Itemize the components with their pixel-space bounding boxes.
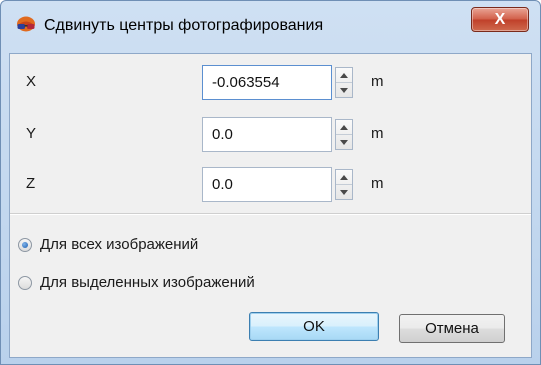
field-label-y: Y: [26, 125, 37, 142]
radio-label-selected: Для выделенных изображений: [40, 274, 255, 291]
z-spinner[interactable]: [335, 169, 353, 200]
triangle-down-icon[interactable]: [336, 185, 352, 199]
close-icon: X: [494, 10, 506, 28]
z-value-input[interactable]: 0.0: [202, 167, 332, 202]
field-unit-y: m: [371, 125, 384, 142]
divider: [10, 213, 531, 215]
radio-button[interactable]: [18, 238, 32, 252]
radio-button[interactable]: [18, 276, 32, 290]
y-value-input[interactable]: 0.0: [202, 117, 332, 152]
field-label-x: X: [26, 73, 37, 90]
window-title: Сдвинуть центры фотографирования: [44, 17, 324, 34]
field-unit-x: m: [371, 73, 384, 90]
title-bar[interactable]: Сдвинуть центры фотографирования X: [1, 1, 540, 53]
field-label-z: Z: [26, 175, 36, 192]
radio-label-all: Для всех изображений: [40, 236, 199, 253]
3d-glasses-icon: [17, 16, 35, 32]
triangle-up-icon[interactable]: [336, 120, 352, 135]
field-unit-z: m: [371, 175, 384, 192]
x-spinner[interactable]: [335, 67, 353, 98]
dialog-window: Сдвинуть центры фотографирования X X -0.…: [0, 0, 541, 365]
field-row-y: Y 0.0 m: [10, 116, 531, 156]
cancel-button[interactable]: Отмена: [399, 314, 505, 343]
dialog-client-area: X -0.063554 m Y 0.0 m Z 0.0 m Для всех и…: [9, 53, 532, 358]
y-spinner[interactable]: [335, 119, 353, 150]
ok-button[interactable]: OK: [249, 312, 379, 341]
x-value-input[interactable]: -0.063554: [202, 65, 332, 100]
triangle-up-icon[interactable]: [336, 170, 352, 185]
triangle-up-icon[interactable]: [336, 68, 352, 83]
triangle-down-icon[interactable]: [336, 135, 352, 149]
triangle-down-icon[interactable]: [336, 83, 352, 97]
field-row-z: Z 0.0 m: [10, 166, 531, 206]
close-button[interactable]: X: [471, 7, 529, 32]
field-row-x: X -0.063554 m: [10, 64, 531, 104]
